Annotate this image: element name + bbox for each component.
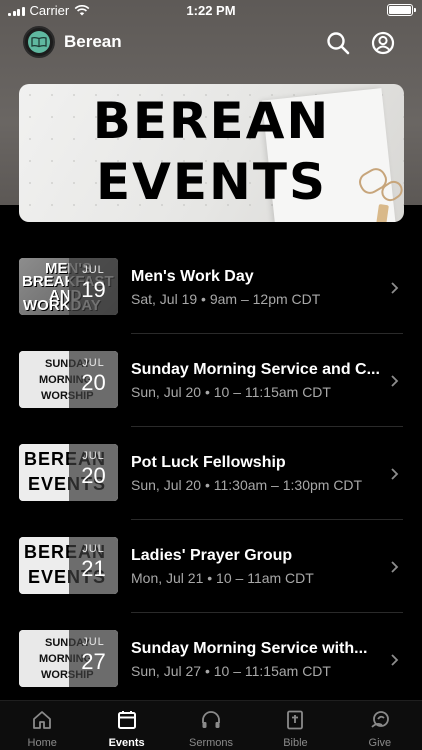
- search-icon[interactable]: [325, 30, 351, 56]
- church-logo-icon: [28, 31, 50, 53]
- event-datetime: Sun, Jul 20 • 10 – 11:15am CDT: [131, 384, 331, 400]
- bible-icon: [287, 710, 304, 730]
- status-bar: Carrier 1:22 PM: [0, 0, 422, 22]
- chevron-right-icon: [391, 654, 399, 666]
- event-date-badge: JUL 21: [69, 537, 118, 594]
- event-datetime: Sun, Jul 27 • 10 – 11:15am CDT: [131, 663, 331, 679]
- event-title: Ladies' Prayer Group: [131, 547, 293, 564]
- event-thumbnail: SUNDAY MORNING WORSHIP JUL 20: [19, 351, 118, 408]
- calendar-icon: [117, 711, 136, 729]
- tab-home[interactable]: Home: [0, 701, 84, 750]
- account-icon[interactable]: [370, 30, 396, 56]
- chevron-right-icon: [391, 468, 399, 480]
- tab-label: Sermons: [189, 737, 234, 749]
- event-title: Sunday Morning Service with...: [131, 640, 368, 657]
- status-time: 1:22 PM: [186, 3, 236, 18]
- events-banner: BEREAN EVENTS: [19, 84, 404, 222]
- event-datetime: Sat, Jul 19 • 9am – 12pm CDT: [131, 291, 321, 307]
- event-title: Pot Luck Fellowship: [131, 454, 286, 471]
- event-title: Sunday Morning Service and C...: [131, 361, 380, 378]
- headphones-icon: [202, 711, 220, 728]
- event-title: Men's Work Day: [131, 268, 254, 285]
- chevron-right-icon: [391, 561, 399, 573]
- banner-title-line2: EVENTS: [96, 153, 327, 211]
- battery-icon: [387, 4, 416, 16]
- give-icon: [371, 711, 389, 728]
- app-logo[interactable]: [23, 26, 55, 58]
- app-header: Berean: [0, 26, 422, 62]
- home-icon: [33, 711, 52, 729]
- bottom-tab-bar: Home Events Sermons Bible Give: [0, 700, 422, 750]
- event-row[interactable]: SUNDAY MORNING WORSHIP JUL 27 Sunday Mor…: [0, 613, 422, 706]
- banner-title-line1: BEREAN: [92, 92, 331, 150]
- tab-bible[interactable]: Bible: [253, 701, 337, 750]
- event-row[interactable]: SUNDAY MORNING WORSHIP JUL 20 Sunday Mor…: [0, 334, 422, 427]
- tab-events[interactable]: Events: [84, 701, 168, 750]
- event-thumbnail: SUNDAY MORNING WORSHIP JUL 27: [19, 630, 118, 687]
- chevron-right-icon: [391, 282, 399, 294]
- event-datetime: Sun, Jul 20 • 11:30am – 1:30pm CDT: [131, 477, 363, 493]
- events-list: MEN'S BREAKFAST AND WORKDAY JUL 19 Men's…: [0, 241, 422, 706]
- event-row[interactable]: BEREAN EVENTS JUL 21 Ladies' Prayer Grou…: [0, 520, 422, 613]
- event-date-badge: JUL 20: [69, 351, 118, 408]
- event-thumbnail: BEREAN EVENTS JUL 20: [19, 444, 118, 501]
- tab-label: Events: [108, 737, 145, 749]
- event-datetime: Mon, Jul 21 • 10 – 11am CDT: [131, 570, 314, 586]
- event-thumbnail: MEN'S BREAKFAST AND WORKDAY JUL 19: [19, 258, 118, 315]
- event-date-badge: JUL 27: [69, 630, 118, 687]
- tab-give[interactable]: Give: [338, 701, 422, 750]
- event-date-badge: JUL 19: [69, 258, 118, 315]
- event-thumbnail: BEREAN EVENTS JUL 21: [19, 537, 118, 594]
- tab-label: Bible: [283, 737, 308, 749]
- event-row[interactable]: BEREAN EVENTS JUL 20 Pot Luck Fellowship…: [0, 427, 422, 520]
- tab-sermons[interactable]: Sermons: [169, 701, 253, 750]
- chevron-right-icon: [391, 375, 399, 387]
- tab-label: Give: [368, 737, 392, 749]
- event-date-badge: JUL 20: [69, 444, 118, 501]
- tab-label: Home: [27, 737, 57, 749]
- event-row[interactable]: MEN'S BREAKFAST AND WORKDAY JUL 19 Men's…: [0, 241, 422, 334]
- app-title: Berean: [64, 32, 122, 51]
